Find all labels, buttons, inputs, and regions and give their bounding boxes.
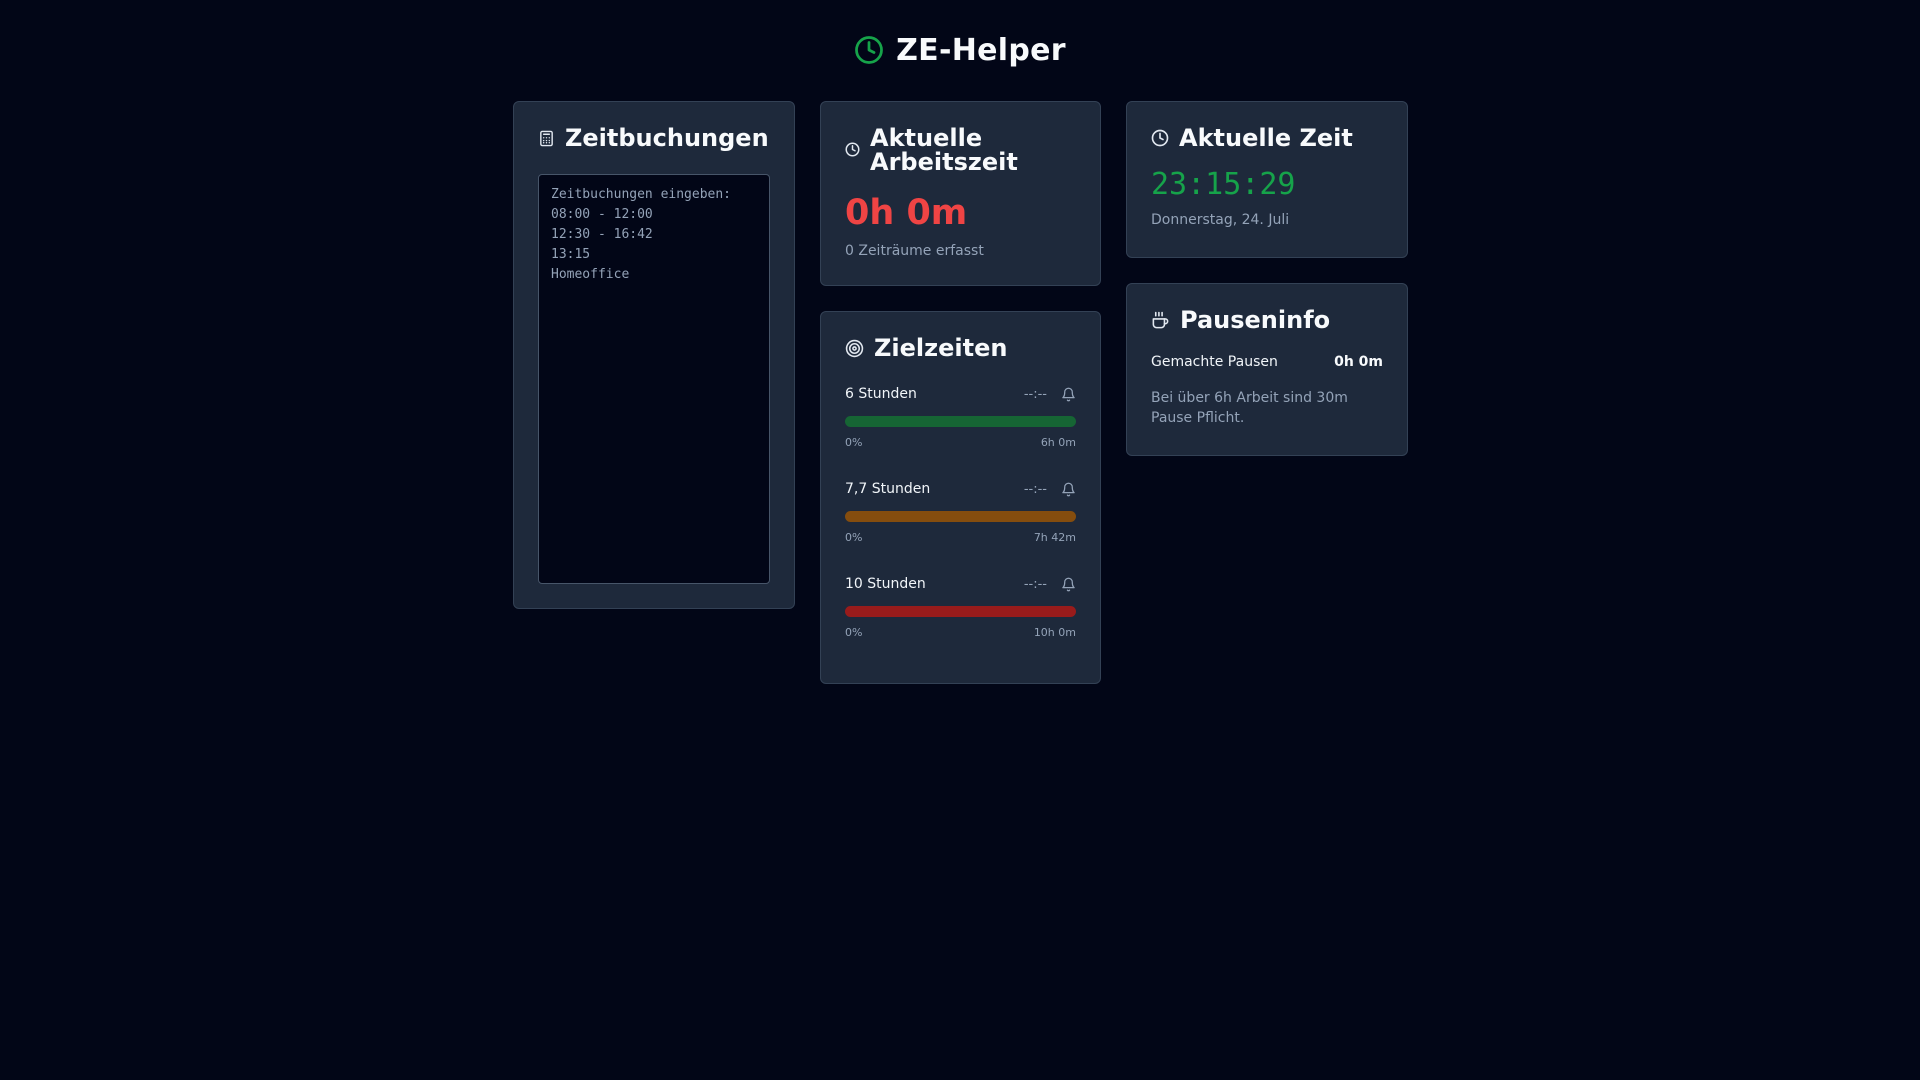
pause-card-title: Pauseninfo [1151, 308, 1383, 332]
pause-note: Bei über 6h Arbeit sind 30m Pause Pflich… [1151, 390, 1348, 426]
target-duration: 10h 0m [1033, 626, 1076, 639]
pause-value: 0h 0m [1334, 354, 1383, 370]
progress-bar [845, 416, 1076, 427]
target-label: 6 Stunden [845, 386, 917, 402]
worktime-subtitle: 0 Zeiträume erfasst [845, 243, 984, 259]
bookings-title: Zeitbuchungen [565, 124, 769, 152]
target-item: 10 Stunden --:-- 0% 10h 0m [845, 574, 1076, 639]
target-label: 10 Stunden [845, 576, 926, 592]
target-time: --:-- [1023, 576, 1047, 592]
targets-title: Zielzeiten [874, 334, 1008, 362]
pause-row: Gemachte Pausen 0h 0m [1151, 354, 1383, 370]
target-time: --:-- [1023, 386, 1047, 402]
targets-card-title: Zielzeiten [845, 336, 1076, 360]
clock-card-title: Aktuelle Zeit [1151, 126, 1383, 150]
targets-list: 6 Stunden --:-- 0% 6h 0m 7,7 Stunden --:… [845, 384, 1076, 639]
clock-icon [854, 35, 884, 65]
bookings-card: Zeitbuchungen Zeitbuchungen eingeben: 08… [513, 101, 795, 609]
clock-icon [1151, 129, 1169, 147]
target-duration: 6h 0m [1040, 436, 1076, 449]
progress-bar [845, 511, 1076, 522]
current-time: 23:15:29 [1151, 167, 1296, 202]
target-label: 7,7 Stunden [845, 481, 931, 497]
targets-card: Zielzeiten 6 Stunden --:-- 0% 6h 0m 7,7 … [820, 311, 1101, 684]
target-duration: 7h 42m [1033, 531, 1076, 544]
app-header: ZE-Helper [0, 30, 1920, 70]
progress-bar [845, 606, 1076, 617]
worktime-value: 0h 0m [845, 193, 968, 233]
clock-card: Aktuelle Zeit 23:15:29 Donnerstag, 24. J… [1126, 101, 1408, 258]
worktime-card: Aktuelle Arbeitszeit 0h 0m 0 Zeiträume e… [820, 101, 1101, 286]
current-date: Donnerstag, 24. Juli [1151, 212, 1290, 228]
coffee-icon [1151, 311, 1170, 330]
bell-icon[interactable] [1061, 577, 1076, 592]
worktime-title: Aktuelle Arbeitszeit [870, 124, 1018, 176]
app-title: ZE-Helper [896, 32, 1066, 68]
target-item: 7,7 Stunden --:-- 0% 7h 42m [845, 479, 1076, 544]
progress-percent: 0% [845, 436, 863, 449]
bell-icon[interactable] [1061, 387, 1076, 402]
bookings-input[interactable]: Zeitbuchungen eingeben: 08:00 - 12:00 12… [538, 174, 770, 584]
pause-title: Pauseninfo [1180, 306, 1331, 334]
bookings-card-title: Zeitbuchungen [538, 126, 770, 150]
bell-icon[interactable] [1061, 482, 1076, 497]
target-time: --:-- [1023, 481, 1047, 497]
progress-percent: 0% [845, 626, 863, 639]
worktime-card-title: Aktuelle Arbeitszeit [845, 126, 1076, 174]
clock-title: Aktuelle Zeit [1179, 124, 1353, 152]
target-item: 6 Stunden --:-- 0% 6h 0m [845, 384, 1076, 449]
pause-card: Pauseninfo Gemachte Pausen 0h 0m Bei übe… [1126, 283, 1408, 456]
calculator-icon [538, 129, 555, 148]
pause-label: Gemachte Pausen [1151, 354, 1278, 370]
clock-icon [845, 142, 860, 157]
progress-percent: 0% [845, 531, 863, 544]
target-icon [845, 339, 864, 358]
